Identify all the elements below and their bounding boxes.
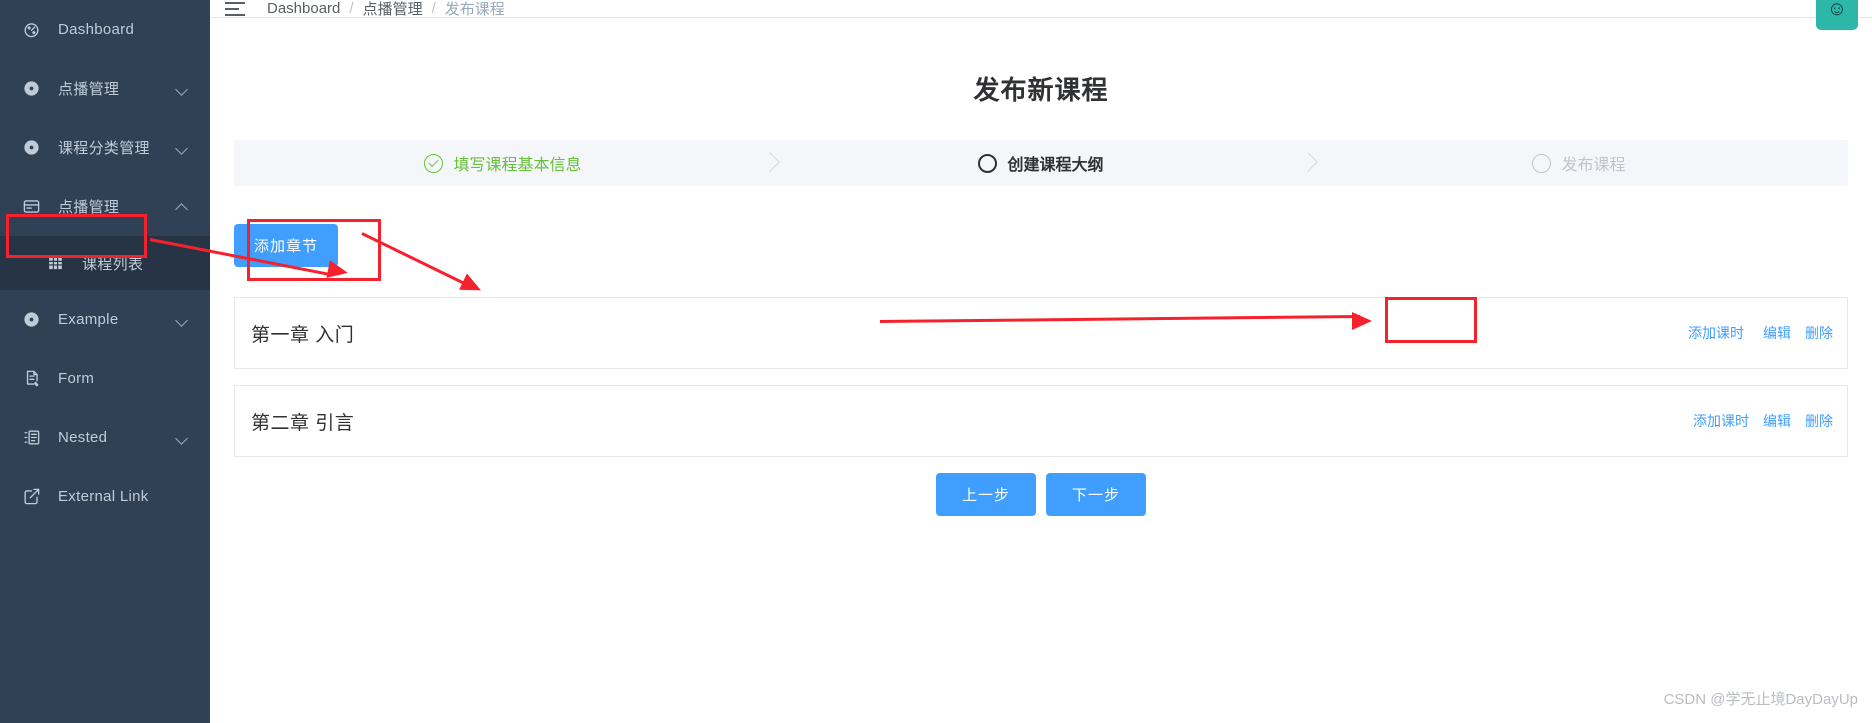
- compass-icon: [20, 78, 42, 100]
- breadcrumb-item-2: 发布课程: [444, 1, 505, 18]
- step-1: 创建课程大纲: [772, 140, 1310, 186]
- add-chapter-wrap: 添加章节: [234, 224, 339, 267]
- footer-buttons: 上一步 下一步: [234, 473, 1848, 516]
- sidebar-item-2[interactable]: 课程分类管理: [0, 118, 210, 177]
- chapter-row: 第二章 引言 添加课时 编辑 删除: [234, 385, 1848, 457]
- form-icon: [20, 368, 42, 390]
- sidebar-item-5[interactable]: Example: [0, 290, 210, 349]
- step-label: 创建课程大纲: [1007, 157, 1104, 174]
- nested-icon: [20, 427, 42, 449]
- prev-step-button[interactable]: 上一步: [935, 473, 1036, 516]
- chapter-title: 第二章 引言: [251, 412, 355, 434]
- card-icon: [20, 196, 42, 218]
- sidebar-item-label: 点播管理: [58, 81, 120, 98]
- external-link-icon: [20, 486, 42, 508]
- chevron-down-icon: [176, 82, 190, 96]
- breadcrumb-item-1[interactable]: 点播管理: [363, 0, 423, 19]
- chapter-title: 第一章 入门: [251, 324, 355, 346]
- chapter-action-2[interactable]: 删除: [1805, 411, 1833, 431]
- chapter-action-2[interactable]: 删除: [1805, 323, 1833, 343]
- step-label: 发布课程: [1561, 157, 1626, 174]
- compass-icon: [20, 309, 42, 331]
- sidebar-item-label: Form: [58, 370, 95, 387]
- compass-icon: [20, 137, 42, 159]
- chapter-action-0[interactable]: 添加课时: [1693, 411, 1749, 431]
- step-2: 发布课程: [1310, 140, 1848, 186]
- sidebar-item-1[interactable]: 点播管理: [0, 59, 210, 118]
- breadcrumb-item-0[interactable]: Dashboard: [267, 0, 340, 17]
- chapter-action-1[interactable]: 编辑: [1763, 323, 1791, 343]
- sidebar-item-label: Example: [58, 311, 119, 328]
- chapter-action-1[interactable]: 编辑: [1763, 411, 1791, 431]
- sidebar-item-0[interactable]: Dashboard: [0, 0, 210, 59]
- chapter-row: 第一章 入门 添加课时 编辑 删除: [234, 297, 1848, 369]
- chevron-down-icon: [176, 313, 190, 327]
- chevron-down-icon: [176, 141, 190, 155]
- next-step-button[interactable]: 下一步: [1046, 473, 1147, 516]
- step-0: 填写课程基本信息: [234, 140, 772, 186]
- avatar-glyph: ☺: [1826, 0, 1848, 20]
- page-title: 发布新课程: [973, 75, 1109, 105]
- dashboard-icon: [20, 19, 42, 41]
- navbar: Dashboard / 点播管理 / 发布课程 ☺: [210, 0, 1872, 30]
- chevron-up-icon: [176, 200, 190, 214]
- step-circle-icon: [978, 153, 998, 173]
- sidebar-item-8[interactable]: External Link: [0, 467, 210, 526]
- sidebar-item-label: 课程分类管理: [58, 140, 150, 157]
- main-area: Dashboard / 点播管理 / 发布课程 ☺ 发布新课程 填写课程基本信息 创建课程…: [210, 0, 1872, 723]
- chapter-actions: 添加课时 编辑 删除: [1683, 323, 1833, 343]
- avatar[interactable]: ☺: [1816, 0, 1858, 30]
- sidebar-item-6[interactable]: Form: [0, 349, 210, 408]
- chapter-list: 第一章 入门 添加课时 编辑 删除 第二章 引言 添加课时 编辑 删除: [234, 297, 1848, 457]
- app-root: Dashboard 点播管理 课程分类管理 点播管理 课程列表 Example Form Ne…: [0, 0, 1872, 723]
- sidebar: Dashboard 点播管理 课程分类管理 点播管理 课程列表 Example Form Ne…: [0, 0, 210, 723]
- chevron-down-icon: [176, 431, 190, 445]
- chapter-actions: 添加课时 编辑 删除: [1693, 411, 1833, 431]
- chapter-action-0[interactable]: 添加课时: [1688, 323, 1744, 343]
- step-circle-icon: [1532, 153, 1552, 173]
- step-label: 填写课程基本信息: [453, 157, 582, 174]
- sidebar-item-label: External Link: [58, 488, 149, 505]
- sidebar-item-7[interactable]: Nested: [0, 408, 210, 467]
- sidebar-item-3[interactable]: 点播管理: [0, 177, 210, 236]
- sidebar-item-label: 点播管理: [58, 199, 120, 216]
- breadcrumb-separator: /: [349, 0, 354, 17]
- sidebar-item-label: Dashboard: [58, 21, 135, 38]
- step-check-icon: [424, 153, 444, 173]
- steps-bar: 填写课程基本信息 创建课程大纲 发布课程: [234, 140, 1848, 186]
- table-icon: [44, 252, 66, 274]
- add-chapter-button[interactable]: 添加章节: [234, 224, 339, 267]
- sidebar-item-label: Nested: [58, 429, 108, 446]
- hamburger-icon[interactable]: [225, 1, 245, 16]
- watermark: CSDN @学无止境DayDayUp: [1663, 691, 1858, 708]
- breadcrumb-separator: /: [431, 0, 436, 17]
- content-area: 添加章节 第一章 入门 添加课时 编辑 删除 第二章 引言 添加课时 编辑 删除 上一步 下一…: [210, 224, 1872, 516]
- breadcrumb: Dashboard / 点播管理 / 发布课程: [267, 0, 505, 19]
- sidebar-item-4[interactable]: 课程列表: [0, 236, 210, 290]
- sidebar-item-label: 课程列表: [82, 255, 144, 273]
